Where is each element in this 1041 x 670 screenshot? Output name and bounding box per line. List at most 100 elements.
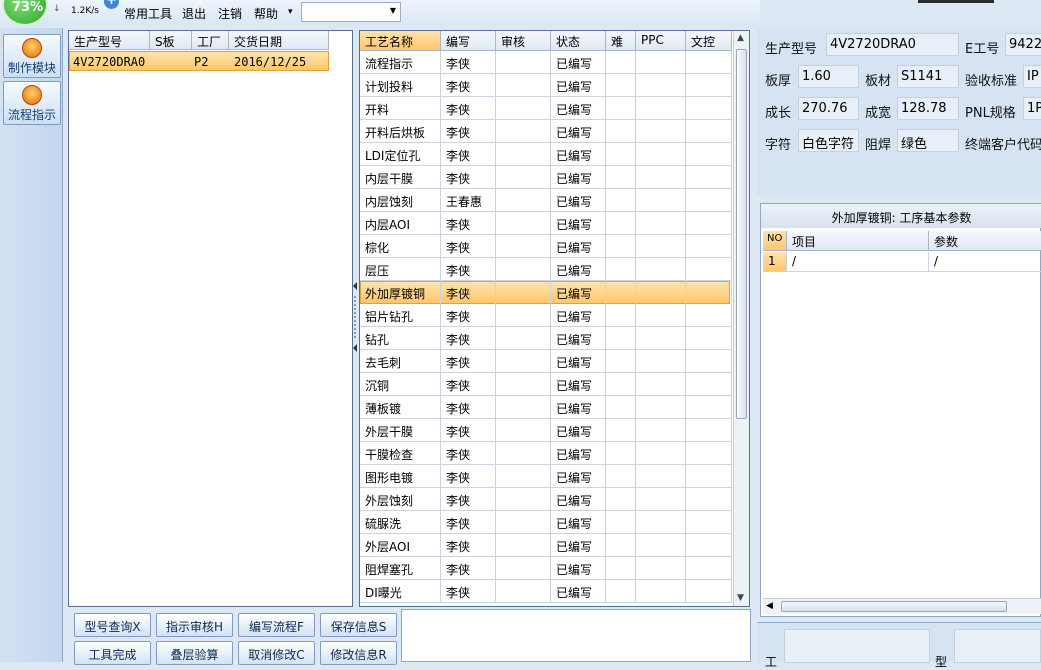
- cell-doc[interactable]: [686, 557, 732, 580]
- cell-ppc[interactable]: [636, 235, 686, 258]
- cell-reviewer[interactable]: [496, 166, 551, 189]
- make-module-button[interactable]: 制作模块: [3, 34, 61, 78]
- cell-ppc[interactable]: [636, 511, 686, 534]
- cell-writer[interactable]: 李侠: [441, 258, 496, 281]
- cell-name[interactable]: 外加厚镀铜: [360, 281, 441, 304]
- cell-difficulty[interactable]: [606, 212, 636, 235]
- cell-name[interactable]: LDI定位孔: [360, 143, 441, 166]
- width-field[interactable]: 128.78: [897, 97, 959, 120]
- cell-ppc[interactable]: [636, 212, 686, 235]
- cell-writer[interactable]: 李侠: [441, 51, 496, 74]
- cell-ppc[interactable]: [636, 97, 686, 120]
- thickness-field[interactable]: 1.60: [798, 65, 859, 88]
- cell-status[interactable]: 已编写: [551, 120, 606, 143]
- cell-doc[interactable]: [686, 396, 732, 419]
- cell-difficulty[interactable]: [606, 534, 636, 557]
- cell-writer[interactable]: 李侠: [441, 396, 496, 419]
- col-header-param[interactable]: 参数: [929, 231, 1041, 251]
- cell-reviewer[interactable]: [496, 327, 551, 350]
- cell-ppc[interactable]: [636, 304, 686, 327]
- col-header-factory[interactable]: 工厂: [192, 31, 229, 50]
- cell-ppc[interactable]: [636, 143, 686, 166]
- cell-ppc[interactable]: [636, 465, 686, 488]
- bottom-field-left[interactable]: [784, 629, 930, 663]
- cell-status[interactable]: 已编写: [551, 189, 606, 212]
- char-field[interactable]: 白色字符: [798, 129, 859, 152]
- cell-difficulty[interactable]: [606, 166, 636, 189]
- col-header-model[interactable]: 生产型号: [69, 31, 150, 50]
- cell-name[interactable]: 沉铜: [360, 373, 441, 396]
- scroll-thumb[interactable]: [736, 49, 747, 419]
- cell-ppc[interactable]: [636, 419, 686, 442]
- cell-writer[interactable]: 李侠: [441, 212, 496, 235]
- col-header-ppc[interactable]: PPC: [636, 31, 686, 51]
- cell-difficulty[interactable]: [606, 281, 636, 304]
- cell-writer[interactable]: 李侠: [441, 534, 496, 557]
- instruction-review-button[interactable]: 指示审核H: [156, 613, 233, 637]
- cell-name[interactable]: 铝片钻孔: [360, 304, 441, 327]
- length-field[interactable]: 270.76: [798, 97, 859, 120]
- stackup-verify-button[interactable]: 叠层验算: [156, 641, 233, 665]
- cell-difficulty[interactable]: [606, 488, 636, 511]
- cell-difficulty[interactable]: [606, 327, 636, 350]
- cell-ppc[interactable]: [636, 120, 686, 143]
- save-info-button[interactable]: 保存信息S: [320, 613, 397, 637]
- cell-writer[interactable]: 李侠: [441, 465, 496, 488]
- cell-writer[interactable]: 李侠: [441, 235, 496, 258]
- bottom-field-right[interactable]: [954, 629, 1041, 663]
- cell-reviewer[interactable]: [496, 511, 551, 534]
- cell-status[interactable]: 已编写: [551, 97, 606, 120]
- cell-ppc[interactable]: [636, 281, 686, 304]
- cell-difficulty[interactable]: [606, 120, 636, 143]
- cell-ppc[interactable]: [636, 373, 686, 396]
- cell-ppc[interactable]: [636, 488, 686, 511]
- network-speed-widget[interactable]: 73% ↓ 1.2K/s +: [0, 0, 124, 26]
- menu-help[interactable]: 帮助: [254, 5, 278, 22]
- cell-difficulty[interactable]: [606, 373, 636, 396]
- cell-difficulty[interactable]: [606, 442, 636, 465]
- cell-status[interactable]: 已编写: [551, 534, 606, 557]
- cell-difficulty[interactable]: [606, 143, 636, 166]
- cell-reviewer[interactable]: [496, 557, 551, 580]
- cell-writer[interactable]: 李侠: [441, 281, 496, 304]
- cell-reviewer[interactable]: [496, 51, 551, 74]
- tool-select[interactable]: ▼: [301, 2, 401, 22]
- cell-reviewer[interactable]: [496, 189, 551, 212]
- model-field[interactable]: 4V2720DRA0: [826, 33, 959, 56]
- material-field[interactable]: S1141: [897, 65, 959, 88]
- model-query-button[interactable]: 型号查询X: [74, 613, 151, 637]
- cell-name[interactable]: 薄板镀: [360, 396, 441, 419]
- cell-difficulty[interactable]: [606, 97, 636, 120]
- cell-name[interactable]: 开料: [360, 97, 441, 120]
- cell-writer[interactable]: 李侠: [441, 442, 496, 465]
- cell-name[interactable]: 硫脲洗: [360, 511, 441, 534]
- table-row[interactable]: 4V2720DRA0 P2 2016/12/25: [69, 51, 329, 71]
- cell-ppc[interactable]: [636, 51, 686, 74]
- cell-name[interactable]: 层压: [360, 258, 441, 281]
- cell-doc[interactable]: [686, 258, 732, 281]
- cell-reviewer[interactable]: [496, 120, 551, 143]
- cell-doc[interactable]: [686, 580, 732, 603]
- cell-doc[interactable]: [686, 442, 732, 465]
- cell-difficulty[interactable]: [606, 465, 636, 488]
- cell-name[interactable]: 内层蚀刻: [360, 189, 441, 212]
- cell-ppc[interactable]: [636, 557, 686, 580]
- cell-doc[interactable]: [686, 511, 732, 534]
- flow-instruction-button[interactable]: 流程指示: [3, 81, 61, 125]
- cell-writer[interactable]: 王春惠: [441, 189, 496, 212]
- cell-writer[interactable]: 李侠: [441, 419, 496, 442]
- col-header-difficulty[interactable]: 难: [606, 31, 636, 51]
- notes-area[interactable]: [401, 609, 751, 662]
- cell-status[interactable]: 已编写: [551, 442, 606, 465]
- cell-doc[interactable]: [686, 373, 732, 396]
- cell-status[interactable]: 已编写: [551, 557, 606, 580]
- col-header-name[interactable]: 工艺名称: [360, 31, 441, 51]
- standard-field[interactable]: IP: [1023, 65, 1041, 88]
- cell-name[interactable]: 流程指示: [360, 51, 441, 74]
- cell-writer[interactable]: 李侠: [441, 350, 496, 373]
- cell-doc[interactable]: [686, 143, 732, 166]
- cell-param[interactable]: /: [929, 252, 1041, 272]
- cell-status[interactable]: 已编写: [551, 327, 606, 350]
- cell-ppc[interactable]: [636, 74, 686, 97]
- cell-writer[interactable]: 李侠: [441, 143, 496, 166]
